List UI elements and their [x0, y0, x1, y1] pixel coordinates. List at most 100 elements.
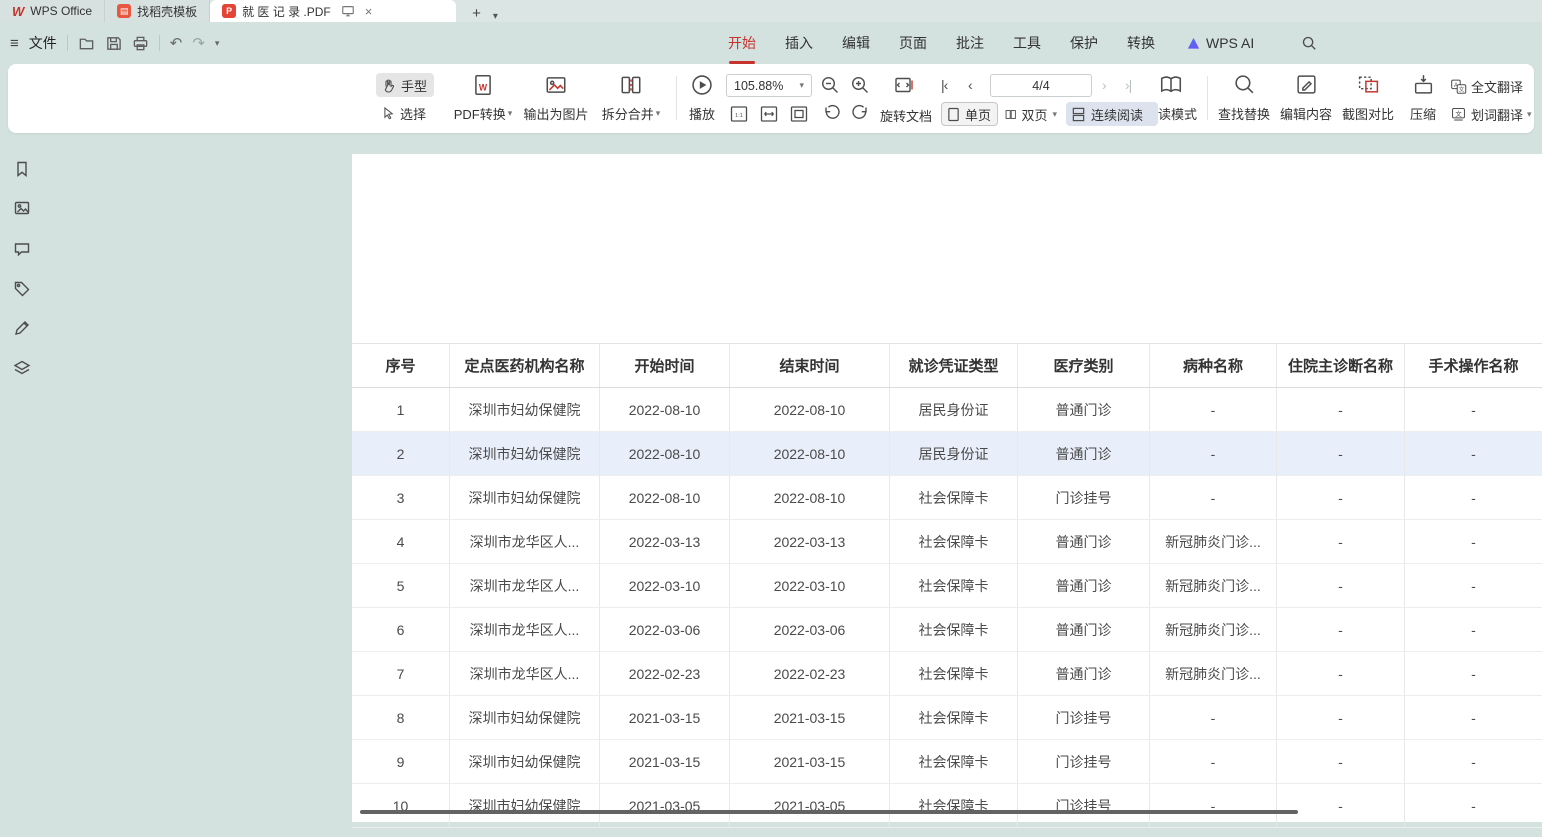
separator: [159, 35, 160, 51]
table-cell: -: [1277, 476, 1405, 519]
redo-icon[interactable]: ↷: [192, 34, 205, 52]
table-cell: -: [1277, 520, 1405, 563]
column-header: 住院主诊断名称: [1277, 344, 1405, 387]
screenshot-compare-button[interactable]: 截图对比: [1336, 70, 1400, 127]
tab-docer-templates[interactable]: ▤ 找稻壳模板: [105, 0, 210, 22]
page-number-input[interactable]: 4/4: [990, 74, 1092, 97]
pdf-page[interactable]: 序号定点医药机构名称开始时间结束时间就诊凭证类型医疗类别病种名称住院主诊断名称手…: [352, 154, 1542, 822]
last-page-button[interactable]: ›|: [1125, 77, 1131, 93]
open-file-icon[interactable]: [78, 35, 95, 52]
ribbon-tab-insert[interactable]: 插入: [785, 29, 813, 57]
screenshot-compare-icon: [1357, 73, 1380, 96]
double-page-button[interactable]: 双页 ▾: [1000, 102, 1062, 126]
table-cell: -: [1277, 608, 1405, 651]
table-cell: 2021-03-15: [600, 740, 730, 783]
fit-screen-icon[interactable]: [893, 75, 915, 95]
continuous-read-button[interactable]: 连续阅读: [1066, 102, 1158, 126]
tab-wps-office[interactable]: W WPS Office: [0, 0, 105, 22]
table-cell: 6: [352, 608, 450, 651]
tab-document[interactable]: P 就 医 记 录 .PDF ×: [210, 0, 456, 22]
undo-icon[interactable]: ↶: [170, 34, 183, 52]
zoom-in-button[interactable]: [850, 75, 870, 95]
table-cell: -: [1277, 784, 1405, 827]
play-button[interactable]: 播放: [680, 70, 724, 127]
thumbnail-icon[interactable]: [13, 199, 31, 217]
ribbon-tab-tools[interactable]: 工具: [1013, 29, 1041, 57]
table-row: 1深圳市妇幼保健院2022-08-102022-08-10居民身份证普通门诊--…: [352, 388, 1542, 432]
first-page-button[interactable]: |‹: [941, 77, 947, 93]
table-cell: 2022-08-10: [600, 388, 730, 431]
monitor-icon[interactable]: [341, 4, 355, 18]
table-cell: -: [1405, 388, 1542, 431]
table-cell: 普通门诊: [1018, 652, 1150, 695]
table-cell: -: [1277, 388, 1405, 431]
column-header: 结束时间: [730, 344, 890, 387]
rotate-document-button[interactable]: 旋转文档: [880, 104, 932, 126]
tag-icon[interactable]: [13, 280, 31, 298]
rotate-right-icon[interactable]: [850, 104, 870, 124]
table-cell: 2022-03-13: [730, 520, 890, 563]
pdf-convert-button[interactable]: W PDF转换▾: [448, 70, 518, 127]
bookmark-icon[interactable]: [13, 160, 31, 178]
word-translation-icon: 文: [1450, 106, 1467, 123]
hamburger-icon[interactable]: ≡: [10, 35, 19, 52]
rotate-left-icon[interactable]: [822, 104, 842, 124]
find-replace-button[interactable]: 查找替换: [1212, 70, 1276, 127]
column-header: 序号: [352, 344, 450, 387]
edit-content-button[interactable]: 编辑内容: [1274, 70, 1338, 127]
export-image-label: 输出为图片: [523, 104, 588, 123]
print-icon[interactable]: [132, 35, 149, 52]
table-cell: 深圳市妇幼保健院: [450, 476, 600, 519]
actual-size-icon[interactable]: 1:1: [729, 104, 749, 124]
ribbon-tab-comment[interactable]: 批注: [956, 29, 984, 57]
document-title: 就 医 记 录 .PDF: [242, 3, 331, 20]
window-tab-bar: W WPS Office ▤ 找稻壳模板 P 就 医 记 录 .PDF × + …: [0, 0, 1542, 22]
ribbon-tab-home[interactable]: 开始: [728, 29, 756, 57]
zoom-out-button[interactable]: [820, 75, 840, 95]
continuous-read-label: 连续阅读: [1091, 105, 1143, 124]
wps-ai-button[interactable]: WPS AI: [1186, 35, 1254, 51]
layers-icon[interactable]: [13, 359, 31, 377]
new-tab-button[interactable]: +: [468, 5, 485, 22]
table-cell: 新冠肺炎门诊...: [1150, 652, 1277, 695]
horizontal-scrollbar[interactable]: [360, 810, 1298, 814]
ribbon-tab-page[interactable]: 页面: [899, 29, 927, 57]
svg-text:文: 文: [1455, 108, 1462, 117]
table-cell: -: [1405, 476, 1542, 519]
close-tab-icon[interactable]: ×: [365, 4, 373, 19]
compress-button[interactable]: 压缩: [1400, 70, 1446, 127]
comment-icon[interactable]: [13, 240, 31, 258]
ribbon-tab-edit[interactable]: 编辑: [842, 29, 870, 57]
word-translation-button[interactable]: 文 划词翻译 ▾: [1450, 103, 1532, 125]
split-merge-label: 拆分合并: [602, 104, 654, 123]
ribbon-tab-protect[interactable]: 保护: [1070, 29, 1098, 57]
zoom-level-select[interactable]: 105.88% ▾: [726, 74, 812, 97]
ribbon-tab-convert[interactable]: 转换: [1127, 29, 1155, 57]
wps-ai-icon: [1186, 36, 1201, 51]
save-icon[interactable]: [105, 35, 122, 52]
tab-list-chevron-icon[interactable]: ▾: [493, 11, 498, 22]
table-cell: -: [1405, 564, 1542, 607]
select-tool-button[interactable]: 选择: [376, 101, 434, 125]
hand-tool-button[interactable]: 手型: [376, 73, 434, 97]
search-icon[interactable]: [1301, 35, 1317, 51]
single-page-button[interactable]: 单页: [941, 102, 998, 126]
undo-history-chevron-icon[interactable]: ▾: [215, 38, 220, 49]
table-cell: 2022-03-10: [600, 564, 730, 607]
table-cell: -: [1405, 696, 1542, 739]
double-page-label: 双页: [1021, 105, 1047, 124]
export-image-button[interactable]: 输出为图片: [516, 70, 596, 127]
signature-pen-icon[interactable]: [13, 319, 31, 337]
fit-width-icon[interactable]: [759, 104, 779, 124]
table-cell: 社会保障卡: [890, 740, 1018, 783]
file-menu[interactable]: 文件: [29, 33, 57, 53]
word-translation-label: 划词翻译: [1471, 105, 1523, 124]
table-cell: 社会保障卡: [890, 520, 1018, 563]
fit-page-icon[interactable]: [789, 104, 809, 124]
column-header: 手术操作名称: [1405, 344, 1542, 387]
table-cell: -: [1405, 784, 1542, 827]
next-page-button[interactable]: ›: [1102, 77, 1106, 93]
split-merge-button[interactable]: 拆分合并▾: [596, 70, 666, 127]
previous-page-button[interactable]: ‹: [968, 77, 972, 93]
full-translation-button[interactable]: A文 全文翻译: [1450, 75, 1523, 97]
